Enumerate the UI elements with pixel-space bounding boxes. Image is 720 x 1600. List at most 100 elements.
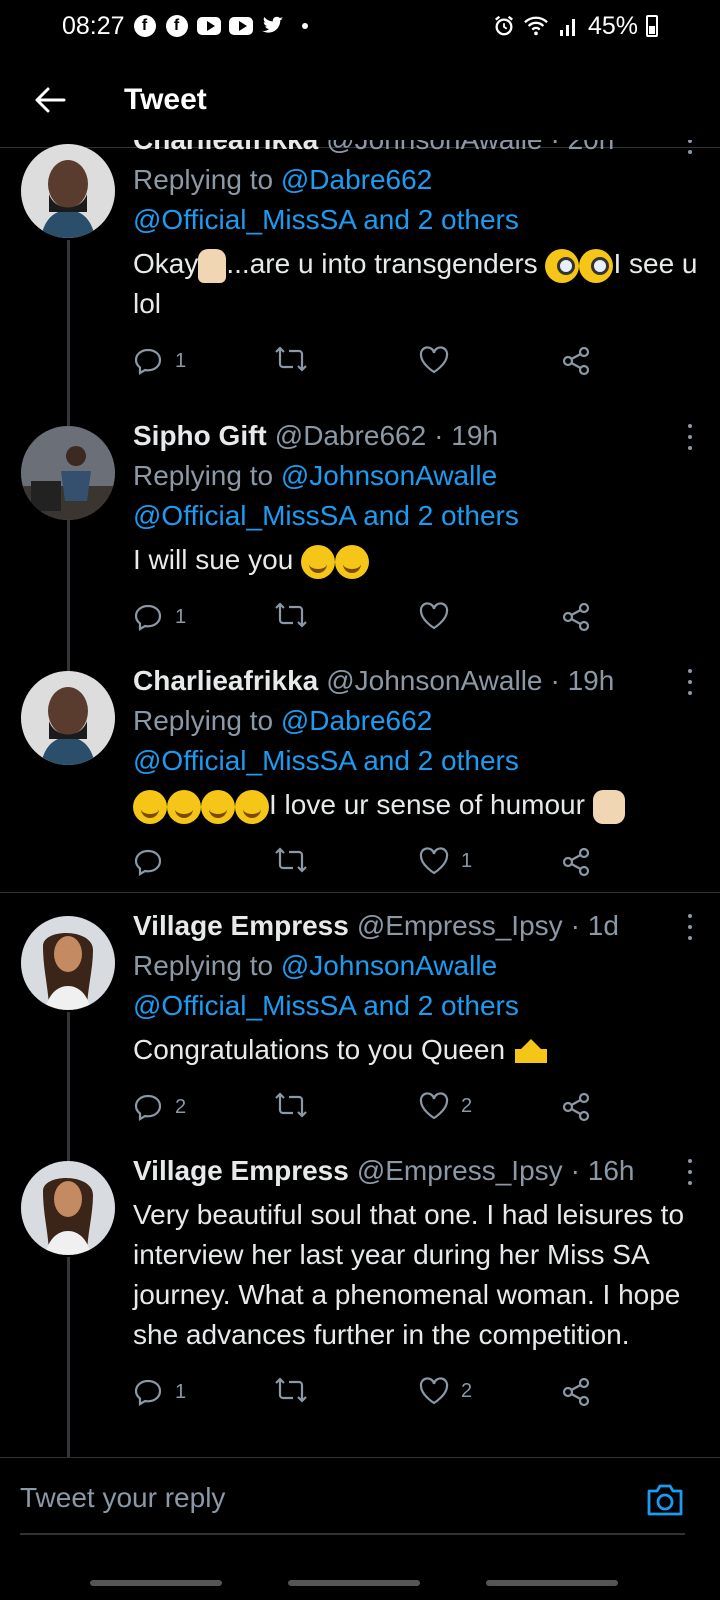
heart-icon — [419, 847, 449, 875]
youtube-icon — [196, 14, 221, 38]
avatar[interactable] — [21, 426, 115, 520]
tweet-actions: 1 — [133, 346, 700, 386]
mention-link[interactable]: @Dabre662 — [281, 164, 432, 195]
rofl-emoji-icon — [133, 789, 167, 824]
like-button[interactable] — [419, 346, 461, 374]
avatar[interactable] — [21, 916, 115, 1010]
tweet-text-part: I will sue you — [133, 544, 302, 575]
share-button[interactable] — [561, 346, 591, 376]
system-nav-bar — [0, 1568, 720, 1600]
mention-link[interactable]: @Official_MissSA and 2 others — [133, 204, 519, 235]
tweet-body: Charlieafrikka @JohnsonAwalle · 20h Repl… — [133, 140, 700, 386]
author-handle[interactable]: @JohnsonAwalle — [326, 661, 542, 701]
reply-button[interactable] — [133, 847, 175, 877]
retweet-button[interactable] — [275, 1377, 319, 1403]
reply-button[interactable]: 1 — [133, 602, 186, 632]
retweet-icon — [275, 346, 307, 372]
replying-prefix: Replying to — [133, 460, 274, 491]
more-options-icon[interactable] — [680, 1159, 700, 1185]
avatar[interactable] — [21, 1161, 115, 1255]
status-bar: 08:27 f f 45% — [0, 0, 720, 52]
tweet-body: Charlieafrikka @JohnsonAwalle · 19h Repl… — [133, 661, 700, 887]
heart-icon — [419, 346, 449, 374]
retweet-icon — [275, 1377, 307, 1403]
avatar[interactable] — [21, 144, 115, 238]
author-name[interactable]: Village Empress — [133, 906, 349, 946]
more-options-icon[interactable] — [680, 914, 700, 940]
share-icon — [562, 1092, 590, 1122]
author-name[interactable]: Village Empress — [133, 1151, 349, 1191]
like-count: 1 — [461, 849, 473, 872]
share-button[interactable] — [561, 1377, 591, 1407]
home-nav-button[interactable] — [288, 1580, 420, 1586]
like-button[interactable]: 1 — [419, 847, 472, 875]
thread-line — [67, 522, 70, 662]
mention-link[interactable]: @Official_MissSA and 2 others — [133, 745, 519, 776]
reply-input[interactable]: Tweet your reply — [20, 1482, 620, 1522]
camera-button[interactable] — [645, 1482, 685, 1522]
reply-count: 2 — [175, 1095, 187, 1118]
more-options-icon[interactable] — [680, 424, 700, 450]
back-nav-button[interactable] — [486, 1580, 618, 1586]
replying-prefix: Replying to — [133, 164, 274, 195]
tweet-actions: 1 — [133, 602, 700, 642]
mention-link[interactable]: @Dabre662 — [281, 705, 432, 736]
mention-link[interactable]: @Official_MissSA and 2 others — [133, 500, 519, 531]
retweet-button[interactable] — [275, 1092, 319, 1118]
like-button[interactable] — [419, 602, 461, 630]
reply-button[interactable]: 1 — [133, 346, 186, 376]
retweet-button[interactable] — [275, 346, 319, 372]
author-name[interactable]: Charlieafrikka — [133, 661, 318, 701]
author-handle[interactable]: @Dabre662 — [275, 416, 426, 456]
reply-button[interactable]: 2 — [133, 1092, 186, 1122]
mention-link[interactable]: @JohnsonAwalle — [281, 950, 497, 981]
mention-link[interactable]: @JohnsonAwalle — [281, 460, 497, 491]
replying-others: @Official_MissSA and 2 others — [133, 741, 700, 781]
reply-button[interactable]: 1 — [133, 1377, 186, 1407]
like-count: 2 — [461, 1094, 473, 1117]
author-handle[interactable]: @Empress_Ipsy — [357, 1151, 563, 1191]
facebook-icon: f — [165, 14, 189, 38]
mention-link[interactable]: @Official_MissSA and 2 others — [133, 990, 519, 1021]
tweet-text: Congratulations to you Queen — [133, 1030, 700, 1070]
battery-percent: 45% — [587, 11, 638, 40]
share-button[interactable] — [561, 1092, 591, 1122]
like-button[interactable]: 2 — [419, 1092, 472, 1120]
more-options-icon[interactable] — [680, 669, 700, 695]
retweet-button[interactable] — [275, 602, 319, 628]
tweet-time: · 1d — [570, 910, 619, 941]
wifi-icon — [524, 14, 548, 38]
replying-to: Replying to @Dabre662 — [133, 160, 700, 200]
author-handle[interactable]: @JohnsonAwalle — [326, 140, 542, 160]
battery-icon — [646, 15, 658, 37]
replying-to: Replying to @Dabre662 — [133, 701, 700, 741]
more-options-icon[interactable] — [680, 140, 700, 154]
recents-nav-button[interactable] — [90, 1580, 222, 1586]
retweet-icon — [275, 602, 307, 628]
tweet-text: Very beautiful soul that one. I had leis… — [133, 1199, 685, 1350]
author-handle[interactable]: @Empress_Ipsy — [357, 906, 563, 946]
author-name[interactable]: Sipho Gift — [133, 416, 267, 456]
back-button[interactable] — [20, 70, 80, 130]
author-name[interactable]: Charlieafrikka — [133, 140, 318, 160]
monocle-face-emoji-icon — [579, 248, 614, 283]
avatar[interactable] — [21, 671, 115, 765]
reply-thread[interactable]: Charlieafrikka @JohnsonAwalle · 20h Repl… — [0, 140, 720, 1485]
top-app-bar: Tweet — [0, 52, 720, 148]
share-button[interactable] — [561, 602, 591, 632]
replying-others: @Official_MissSA and 2 others — [133, 496, 700, 536]
tweet-text-part: Congratulations to you Queen — [133, 1034, 513, 1065]
reply-underline — [20, 1533, 685, 1535]
retweet-button[interactable] — [275, 847, 319, 873]
share-button[interactable] — [561, 847, 591, 877]
rofl-emoji-icon — [301, 544, 336, 579]
retweet-icon — [275, 1092, 307, 1118]
thread-divider — [0, 892, 720, 893]
alarm-icon — [492, 14, 516, 38]
rofl-emoji-icon — [335, 544, 370, 579]
fist-emoji-icon — [592, 789, 625, 824]
replying-prefix: Replying to — [133, 705, 274, 736]
reply-icon — [134, 1094, 162, 1121]
reply-icon — [134, 604, 162, 631]
like-button[interactable]: 2 — [419, 1377, 472, 1405]
